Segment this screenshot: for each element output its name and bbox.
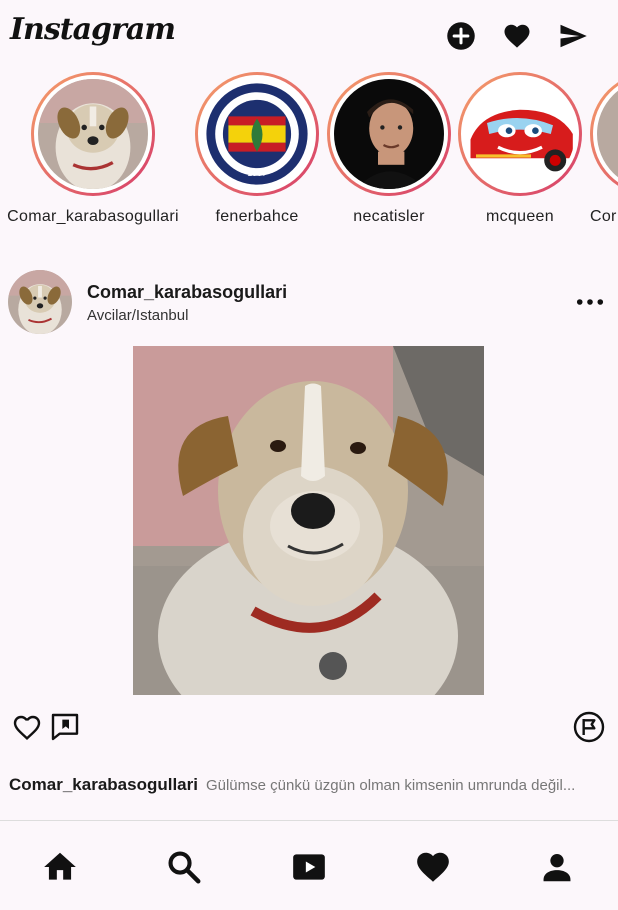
story-ring bbox=[31, 72, 155, 196]
story-username: mcqueen bbox=[486, 208, 554, 225]
post-author-avatar[interactable] bbox=[8, 270, 72, 334]
svg-text:1907: 1907 bbox=[247, 168, 267, 178]
story-item[interactable]: Comar_karabasogullari bbox=[7, 72, 179, 225]
story-username: Cor bbox=[590, 208, 617, 225]
stories-bar: Comar_karabasogullari 1907 fenerbahce ne… bbox=[0, 72, 618, 232]
story-avatar-dog bbox=[38, 79, 148, 189]
comment-icon[interactable] bbox=[48, 710, 82, 744]
story-ring: 1907 bbox=[195, 72, 319, 196]
story-item[interactable]: 1907 fenerbahce bbox=[195, 72, 319, 225]
add-post-icon[interactable] bbox=[445, 20, 477, 52]
send-icon[interactable] bbox=[557, 20, 589, 52]
app-header: Instagram bbox=[0, 0, 618, 70]
home-icon[interactable] bbox=[40, 847, 80, 887]
like-heart-icon[interactable] bbox=[10, 710, 44, 744]
story-ring bbox=[590, 72, 618, 196]
story-ring bbox=[458, 72, 582, 196]
post-username[interactable]: Comar_karabasogullari bbox=[87, 282, 287, 303]
story-item[interactable]: necatisler bbox=[327, 72, 451, 225]
story-username: Comar_karabasogullari bbox=[7, 208, 179, 225]
caption-username[interactable]: Comar_karabasogullari bbox=[9, 775, 198, 794]
reels-icon[interactable] bbox=[289, 847, 329, 887]
bottom-nav bbox=[0, 821, 618, 910]
post-caption: Comar_karabasogullari Gülümse çünkü üzgün… bbox=[9, 775, 609, 795]
post-image-dog[interactable] bbox=[133, 346, 484, 695]
profile-icon[interactable] bbox=[537, 847, 577, 887]
story-username: necatisler bbox=[353, 208, 425, 225]
story-item[interactable]: mcqueen bbox=[458, 72, 582, 225]
activity-heart-icon[interactable] bbox=[413, 847, 453, 887]
save-bookmark-icon[interactable] bbox=[572, 710, 606, 744]
heart-icon[interactable] bbox=[501, 20, 533, 52]
post-location[interactable]: Avcilar/Istanbul bbox=[87, 307, 188, 324]
instagram-logo: Instagram bbox=[10, 12, 176, 47]
story-avatar-red-race-car bbox=[465, 79, 575, 189]
story-avatar-partial bbox=[597, 79, 618, 189]
story-item[interactable]: Cor bbox=[590, 72, 618, 225]
story-ring bbox=[327, 72, 451, 196]
story-avatar-fenerbahce-crest: 1907 bbox=[202, 79, 312, 189]
caption-text: Gülümse çünkü üzgün olman kimsenin umrun… bbox=[205, 777, 576, 794]
story-username: fenerbahce bbox=[215, 208, 299, 225]
search-icon[interactable] bbox=[164, 847, 204, 887]
story-avatar-man-portrait bbox=[334, 79, 444, 189]
more-options-icon[interactable] bbox=[572, 288, 608, 316]
